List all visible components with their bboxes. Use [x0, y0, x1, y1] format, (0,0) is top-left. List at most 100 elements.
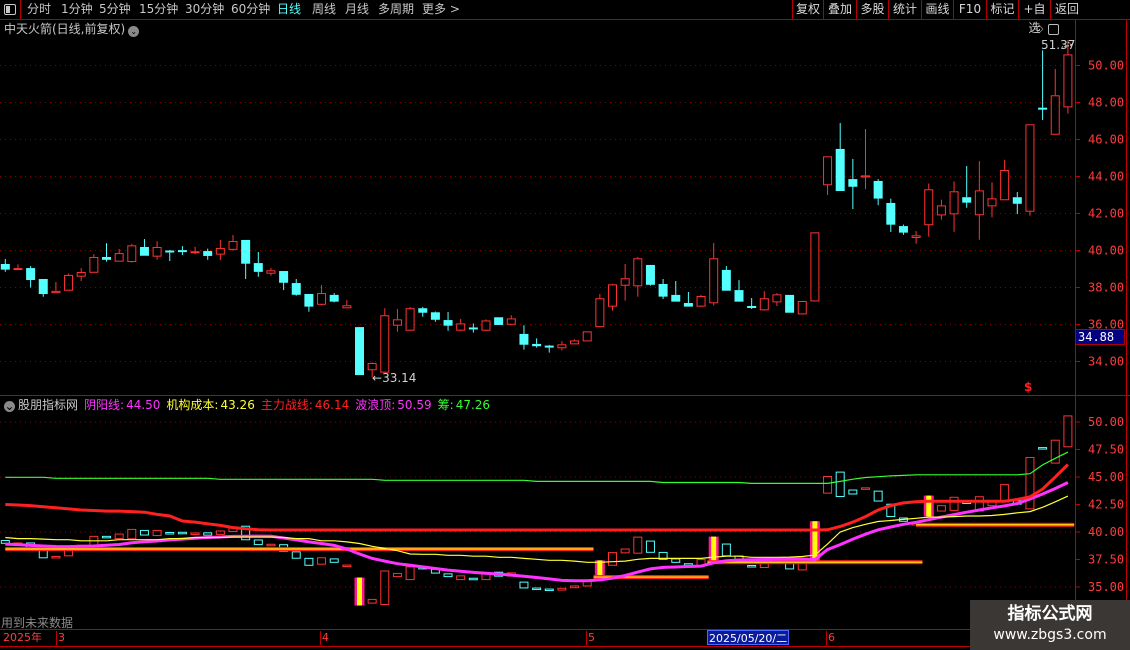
- candle: [949, 181, 959, 232]
- indicator-candle: [936, 505, 946, 512]
- candle: [304, 293, 314, 312]
- candle-body: [481, 320, 491, 331]
- indicator-candle: [51, 555, 61, 559]
- candle-body: [38, 278, 48, 295]
- main-pane: [0, 40, 1075, 378]
- indicator-candle: [304, 557, 314, 566]
- indicator-candle: [721, 543, 731, 557]
- indicator-candle: [823, 476, 833, 494]
- candle: [0, 259, 10, 272]
- candle-body: [911, 235, 921, 238]
- candle-body: [582, 331, 592, 342]
- candle: [974, 161, 984, 240]
- y-tick-label: 47.50: [1088, 443, 1124, 457]
- candle: [405, 306, 415, 331]
- signal-bar-core: [357, 577, 362, 606]
- candle-body: [215, 247, 225, 255]
- chevron-down-icon[interactable]: ⌄: [4, 400, 15, 412]
- legend-value: 46.14: [314, 398, 350, 412]
- indicator-candle: [152, 529, 162, 537]
- candle-body: [645, 264, 655, 285]
- candle-body: [962, 197, 972, 203]
- candle: [1012, 192, 1022, 215]
- indicator-candle: [620, 548, 630, 554]
- candle: [1038, 50, 1048, 121]
- candle: [1025, 124, 1035, 216]
- candle: [924, 183, 934, 237]
- y-tick-label: 35.00: [1088, 580, 1124, 594]
- candle-body: [76, 271, 86, 277]
- y-tick-label: 48.00: [1088, 96, 1124, 110]
- candle: [911, 231, 921, 244]
- candle-body: [747, 306, 757, 308]
- candle-body: [898, 226, 908, 233]
- candle: [696, 294, 706, 307]
- candle: [38, 278, 48, 297]
- candle: [177, 246, 187, 255]
- candle-body: [241, 239, 251, 264]
- signal-bar-core: [926, 495, 932, 517]
- y-tick-label: 42.00: [1088, 207, 1124, 221]
- candle: [570, 339, 580, 345]
- candle-body: [936, 205, 946, 216]
- candle: [747, 298, 757, 309]
- candle-body: [152, 246, 162, 257]
- indicator-title[interactable]: 股朋指标网: [18, 398, 78, 412]
- candle-body: [696, 296, 706, 307]
- indicator-candle: [608, 552, 617, 566]
- candle-body: [165, 250, 175, 253]
- candle-body: [114, 253, 124, 262]
- indicator-candle: [405, 566, 415, 581]
- candle-body: [0, 264, 10, 270]
- indicator-candle: [190, 532, 200, 535]
- candle-body: [570, 340, 580, 345]
- y-tick-label: 50.00: [1088, 59, 1124, 73]
- candle-body: [253, 263, 263, 272]
- candle: [645, 264, 655, 286]
- indicator-candle: [380, 570, 390, 606]
- y-tick-label: 50.00: [1088, 415, 1124, 429]
- candle: [506, 315, 516, 325]
- indicator-candle: [367, 598, 377, 604]
- candle: [342, 300, 352, 309]
- candle-body: [861, 175, 870, 178]
- date-axis: 2025年 3 4 5 2025/05/20/二 6: [0, 629, 1130, 647]
- candle-body: [886, 202, 896, 225]
- legend-item: 波浪顶: 50.59: [355, 398, 431, 412]
- month-label: 3: [56, 631, 65, 645]
- candle: [519, 325, 529, 350]
- current-price-tag: 34.88: [1075, 329, 1125, 345]
- month-label: 4: [320, 631, 329, 645]
- indicator-candle: [253, 539, 263, 546]
- y-tick-label: 40.00: [1088, 244, 1124, 258]
- candle: [152, 241, 162, 260]
- candle-body: [405, 308, 415, 331]
- year-label: 2025年: [3, 631, 42, 644]
- indicator-candle: [317, 557, 327, 565]
- selected-date: 2025/05/20/二: [707, 630, 790, 645]
- indicator-candle: [291, 551, 301, 559]
- candle-body: [734, 290, 744, 302]
- y-tick-label: 34.00: [1088, 355, 1124, 369]
- candle: [329, 293, 339, 303]
- indicator-candle: [848, 489, 858, 495]
- candle: [443, 311, 453, 331]
- indicator-candle: [1038, 447, 1048, 450]
- legend-item: 主力战线: 46.14: [261, 398, 349, 412]
- candle: [620, 264, 630, 301]
- candle-body: [797, 301, 807, 315]
- low-price-label: ←33.14: [372, 371, 417, 385]
- indicator-candle: [532, 587, 542, 591]
- indicator-candle: [468, 577, 478, 581]
- candle-body: [279, 271, 289, 283]
- candle: [380, 308, 390, 373]
- indicator-line: [5, 451, 1069, 484]
- candle-body: [1000, 170, 1010, 201]
- candle: [962, 165, 972, 208]
- candle: [317, 284, 327, 306]
- candle-body: [266, 270, 276, 274]
- candle-body: [633, 258, 643, 287]
- candle-body: [367, 362, 377, 371]
- candle: [785, 294, 795, 313]
- legend-item: 机构成本: 43.26: [166, 398, 254, 412]
